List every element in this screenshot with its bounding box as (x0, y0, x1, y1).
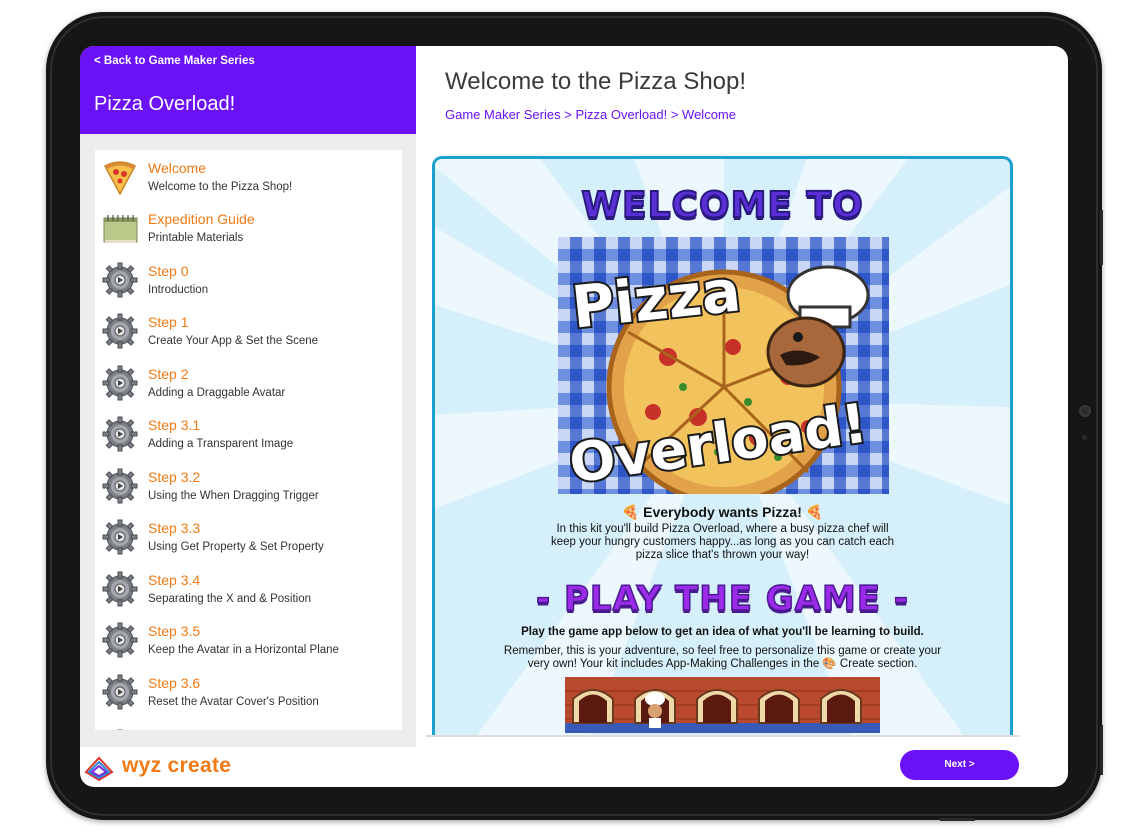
sidebar-item-welcome[interactable]: Welcome Welcome to the Pizza Shop! (95, 152, 402, 203)
sidebar-item-subtitle: Using Get Property & Set Property (148, 541, 324, 553)
app-screen: < Back to Game Maker Series Pizza Overlo… (80, 46, 1068, 787)
sidebar-header: < Back to Game Maker Series Pizza Overlo… (80, 46, 416, 134)
sidebar: Welcome Welcome to the Pizza Shop! Exped… (80, 134, 416, 747)
sidebar-item-subtitle: Printable Materials (148, 232, 244, 244)
sidebar-item-title: Step 3.4 (148, 572, 201, 588)
back-to-series-link[interactable]: < Back to Game Maker Series (94, 55, 255, 67)
gear-icon (102, 519, 138, 555)
breadcrumb-separator: > (670, 107, 679, 122)
play-the-game-heading: - PLAY THE GAME - (535, 578, 909, 620)
gear-icon (102, 365, 138, 401)
breadcrumb: Game Maker Series > Pizza Overload! > We… (445, 107, 736, 122)
welcome-heading: WELCOME TO (580, 184, 864, 227)
lesson-list[interactable]: Welcome Welcome to the Pizza Shop! Exped… (95, 150, 402, 730)
sidebar-item-step-1[interactable]: Step 1 Create Your App & Set the Scene (95, 306, 402, 357)
gear-icon (102, 313, 138, 349)
sidebar-title: Pizza Overload! (94, 93, 236, 115)
sidebar-item-partial[interactable] (95, 718, 402, 730)
sidebar-item-title: Step 1 (148, 314, 189, 330)
sidebar-item-title: Step 3.5 (148, 623, 201, 639)
sidebar-item-subtitle: Introduction (148, 284, 209, 296)
tablet-camera (1079, 405, 1091, 417)
sidebar-item-step-3-6[interactable]: Step 3.6 Reset the Avatar Cover's Positi… (95, 667, 402, 718)
sidebar-item-title: Step 0 (148, 263, 189, 279)
breadcrumb-link-kit[interactable]: Pizza Overload! (575, 107, 667, 122)
sidebar-item-subtitle: Using the When Dragging Trigger (148, 490, 319, 502)
sidebar-item-subtitle: Adding a Draggable Avatar (148, 387, 286, 399)
sidebar-item-step-2[interactable]: Step 2 Adding a Draggable Avatar (95, 358, 402, 409)
kit-description: In this kit you'll build Pizza Overload,… (550, 523, 895, 561)
sidebar-item-subtitle: Separating the X and & Position (148, 593, 312, 605)
play-instructions: Play the game app below to get an idea o… (521, 626, 924, 638)
sidebar-item-step-3-1[interactable]: Step 3.1 Adding a Transparent Image (95, 409, 402, 460)
pizza-overload-poster: Pizza Overload! (558, 237, 889, 494)
tablet-sensor (1082, 435, 1087, 440)
pizza-slice-icon (103, 161, 137, 196)
gear-icon (102, 468, 138, 504)
sidebar-item-expedition-guide[interactable]: Expedition Guide Printable Materials (95, 203, 402, 254)
sidebar-item-title: Step 3.1 (148, 417, 201, 433)
gear-icon (102, 416, 138, 452)
pizza-slice-icon: 🍕 (621, 504, 640, 520)
wyz-create-logo-icon (84, 756, 114, 782)
sidebar-item-step-0[interactable]: Step 0 Introduction (95, 255, 402, 306)
sidebar-item-title: Expedition Guide (148, 211, 255, 227)
next-button[interactable]: Next > (900, 750, 1019, 780)
sidebar-item-title: Step 2 (148, 366, 189, 382)
sidebar-item-title: Step 3.6 (148, 675, 201, 691)
page-title: Welcome to the Pizza Shop! (445, 68, 747, 95)
tagline: 🍕 Everybody wants Pizza! 🍕 (435, 504, 1010, 521)
sidebar-item-subtitle: Welcome to the Pizza Shop! (148, 181, 293, 193)
sidebar-item-step-3-5[interactable]: Step 3.5 Keep the Avatar in a Horizontal… (95, 615, 402, 666)
pizza-slice-icon: 🍕 (805, 504, 824, 520)
gear-icon (102, 571, 138, 607)
tablet-side-button (1100, 725, 1103, 775)
gear-icon (116, 729, 124, 730)
sidebar-item-step-3-2[interactable]: Step 3.2 Using the When Dragging Trigger (95, 461, 402, 512)
sidebar-item-title: Step 3.2 (148, 469, 201, 485)
breadcrumb-separator: > (564, 107, 572, 122)
notepad-icon (103, 215, 138, 243)
game-app-preview[interactable] (565, 677, 880, 733)
sidebar-item-title: Welcome (148, 160, 207, 176)
tagline-text: Everybody wants Pizza! (643, 504, 802, 520)
lesson-content[interactable]: WELCOME TO Pizza Overload! 🍕 Everybody w… (432, 156, 1013, 736)
tablet-side-button (1100, 210, 1103, 265)
adventure-text: Remember, this is your adventure, so fee… (503, 645, 942, 670)
sidebar-item-step-3-4[interactable]: Step 3.4 Separating the X and & Position (95, 564, 402, 615)
sidebar-item-subtitle: Create Your App & Set the Scene (148, 335, 319, 347)
wyz-create-logo-text: wyz create (122, 754, 232, 777)
sidebar-item-title: Step 3.3 (148, 520, 201, 536)
sidebar-item-subtitle: Adding a Transparent Image (148, 438, 294, 450)
gear-icon (102, 262, 138, 298)
content-divider (426, 735, 1019, 737)
sidebar-item-subtitle: Reset the Avatar Cover's Position (148, 696, 319, 708)
breadcrumb-current: Welcome (682, 107, 736, 122)
sidebar-item-step-3-3[interactable]: Step 3.3 Using Get Property & Set Proper… (95, 512, 402, 563)
tablet-top-button (940, 818, 975, 821)
gear-icon (102, 674, 138, 710)
gear-icon (102, 622, 138, 658)
breadcrumb-link-series[interactable]: Game Maker Series (445, 107, 561, 122)
sidebar-item-subtitle: Keep the Avatar in a Horizontal Plane (148, 644, 339, 656)
